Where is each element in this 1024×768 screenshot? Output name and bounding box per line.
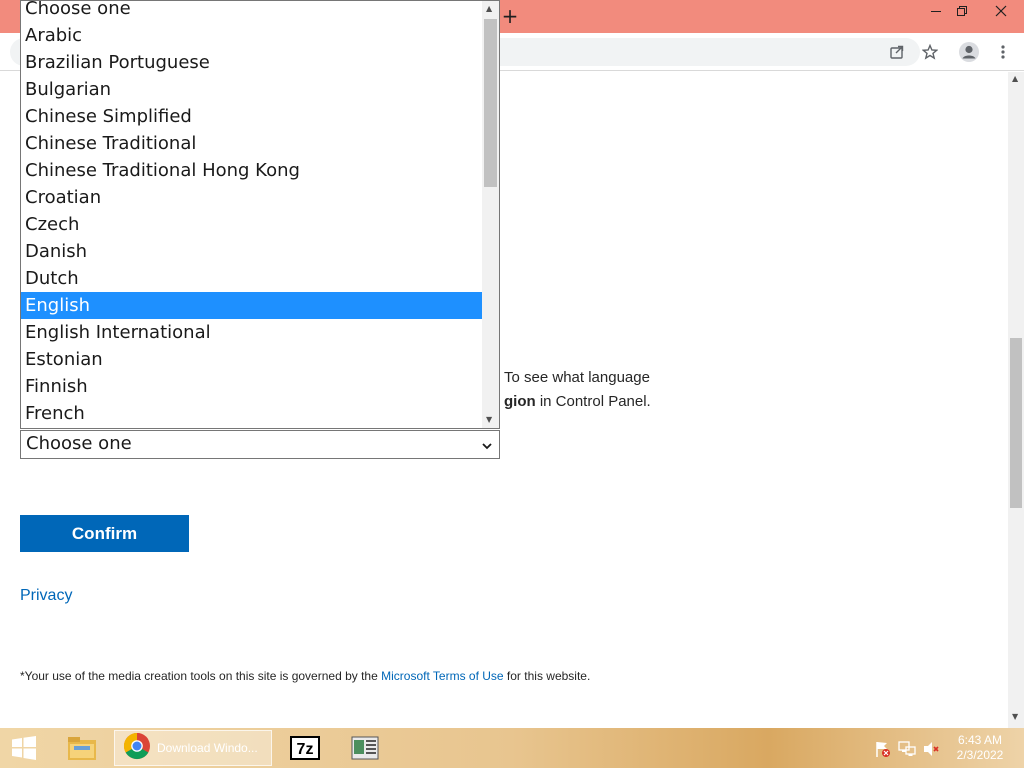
close-icon[interactable]: [983, 0, 1019, 22]
scroll-down-icon[interactable]: ▼: [1012, 712, 1018, 721]
dropdown-scroll-up-icon[interactable]: ▲: [486, 4, 492, 13]
volume-icon[interactable]: [922, 740, 940, 758]
clock[interactable]: 6:43 AM 2/3/2022: [950, 733, 1010, 763]
language-option[interactable]: Bulgarian: [21, 76, 483, 103]
seven-zip-label: 7z: [297, 741, 314, 758]
language-option[interactable]: Arabic: [21, 22, 483, 49]
windows-start-icon[interactable]: [6, 732, 42, 764]
language-option[interactable]: Chinese Traditional Hong Kong: [21, 157, 483, 184]
scroll-up-icon[interactable]: ▲: [1012, 74, 1018, 83]
control-panel-info-text: gion in Control Panel.: [504, 393, 651, 410]
page-scrollbar-thumb[interactable]: [1010, 338, 1022, 508]
language-option[interactable]: Chinese Simplified: [21, 103, 483, 130]
terms-of-use-link[interactable]: Microsoft Terms of Use: [381, 669, 503, 683]
language-option[interactable]: Choose one: [21, 1, 483, 22]
chrome-task-button[interactable]: Download Windo...: [114, 730, 272, 766]
language-option[interactable]: Chinese Traditional: [21, 130, 483, 157]
language-option[interactable]: French: [21, 400, 483, 427]
network-icon[interactable]: [898, 740, 916, 758]
chrome-icon: [123, 732, 151, 764]
language-option[interactable]: Danish: [21, 238, 483, 265]
chrome-task-label: Download Windo...: [157, 741, 258, 755]
language-options: Choose one Arabic Brazilian Portuguese Bulg…: [21, 1, 483, 427]
language-option[interactable]: Dutch: [21, 265, 483, 292]
restore-icon[interactable]: [945, 0, 979, 22]
language-option[interactable]: English: [21, 292, 483, 319]
privacy-link[interactable]: Privacy: [20, 587, 72, 605]
language-option[interactable]: Brazilian Portuguese: [21, 49, 483, 76]
footer-prefix-text: *Your use of the media creation tools on…: [20, 669, 382, 683]
file-explorer-icon[interactable]: [60, 730, 104, 766]
footer-note: *Your use of the media creation tools on…: [20, 669, 590, 683]
language-option[interactable]: Czech: [21, 211, 483, 238]
page-scrollbar[interactable]: ▲ ▼: [1008, 72, 1024, 728]
clock-date: 2/3/2022: [956, 748, 1004, 762]
dropdown-scrollbar-thumb[interactable]: [484, 19, 497, 187]
taskbar: Download Windo... 7z 6:43 AM 2/3/2022: [0, 728, 1024, 768]
dropdown-scroll-down-icon[interactable]: ▼: [486, 415, 492, 424]
control-panel-text: in Control Panel.: [535, 393, 651, 410]
footer-suffix-text: for this website.: [503, 669, 591, 683]
menu-dots-icon[interactable]: [992, 41, 1014, 63]
share-icon[interactable]: [886, 41, 908, 63]
profile-icon[interactable]: [958, 41, 980, 63]
star-icon[interactable]: [919, 41, 941, 63]
flag-icon[interactable]: [873, 740, 891, 758]
app-icon[interactable]: [343, 730, 387, 766]
language-select[interactable]: Choose one: [20, 430, 500, 459]
region-bold-text: gion: [504, 393, 536, 410]
language-dropdown-list[interactable]: Choose one Arabic Brazilian Portuguese Bulg…: [20, 0, 500, 429]
language-option[interactable]: Finnish: [21, 373, 483, 400]
language-option[interactable]: English International: [21, 319, 483, 346]
new-tab-button[interactable]: +: [500, 4, 520, 28]
language-option[interactable]: Estonian: [21, 346, 483, 373]
language-info-text: To see what language: [504, 369, 650, 386]
seven-zip-icon[interactable]: 7z: [283, 730, 327, 766]
language-option[interactable]: Croatian: [21, 184, 483, 211]
confirm-button[interactable]: Confirm: [20, 515, 189, 552]
dropdown-scrollbar[interactable]: ▲ ▼: [482, 1, 499, 428]
chevron-down-icon: [481, 436, 493, 450]
clock-time: 6:43 AM: [957, 733, 1003, 747]
language-select-value: Choose one: [26, 433, 132, 454]
